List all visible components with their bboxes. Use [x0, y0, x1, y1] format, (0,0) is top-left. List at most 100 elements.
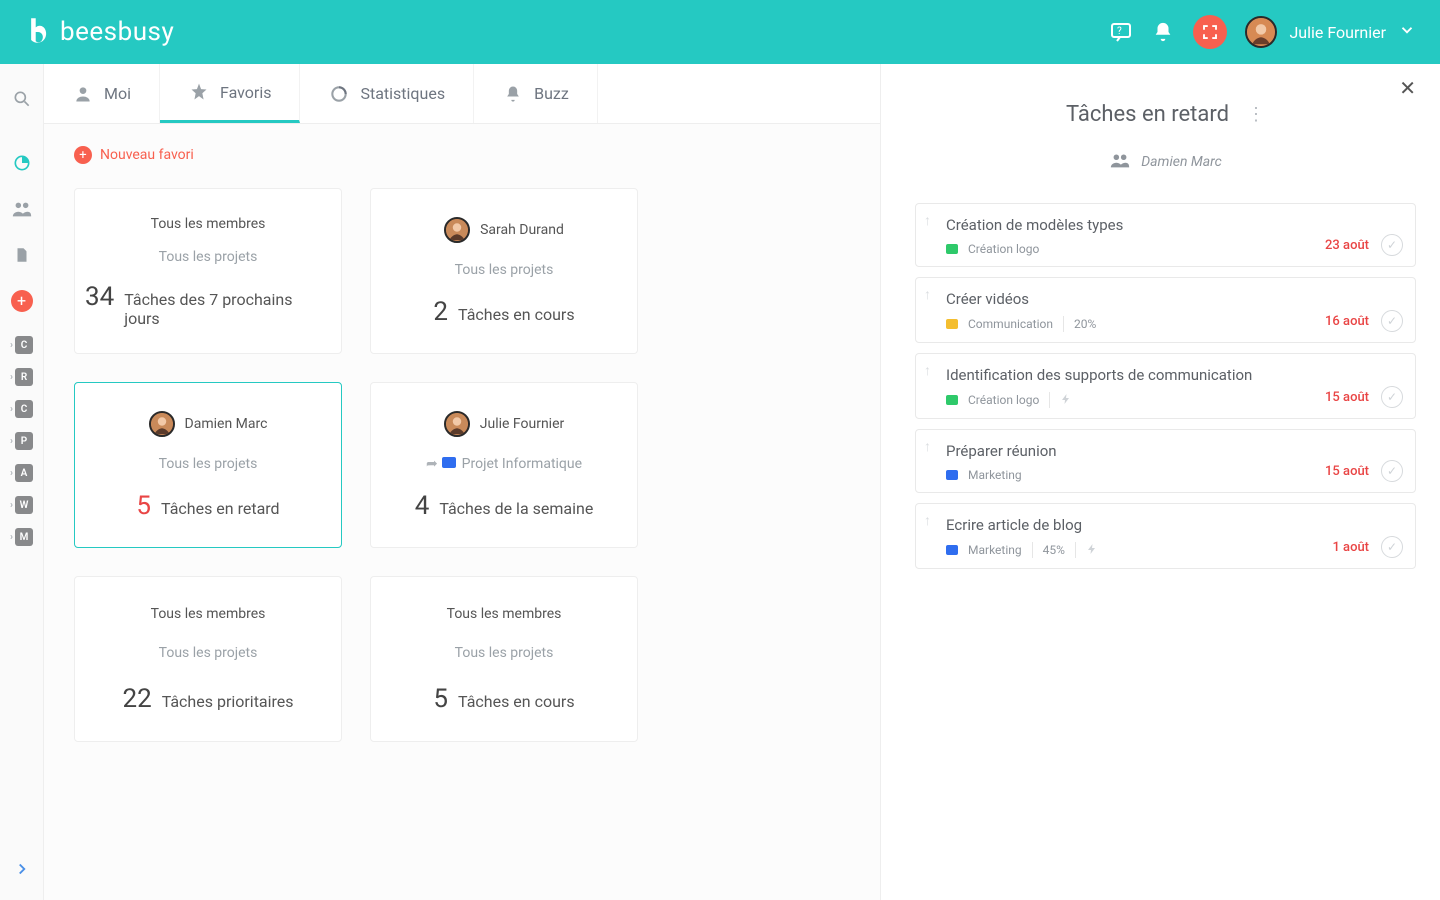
- chevron-right-icon: ›: [10, 500, 13, 511]
- briefcase-icon: [946, 470, 958, 480]
- favorite-card[interactable]: Damien MarcTous les projets5Tâches en re…: [74, 382, 342, 548]
- card-member-row: Tous les membres: [447, 606, 562, 622]
- briefcase-icon: [946, 319, 958, 329]
- complete-checkbox[interactable]: ✓: [1381, 460, 1403, 482]
- collapse-sidebar-icon[interactable]: [0, 848, 44, 890]
- close-icon[interactable]: ✕: [1399, 76, 1416, 100]
- new-favorite-button[interactable]: + Nouveau favori: [74, 146, 850, 164]
- task-date: 23 août: [1325, 238, 1369, 253]
- brand-logo-icon: [24, 16, 52, 48]
- more-menu-icon[interactable]: ⋮: [1247, 104, 1265, 125]
- arrow-up-icon: ↑: [924, 438, 931, 455]
- task-title: Identification des supports de communica…: [946, 366, 1401, 384]
- sidebar-project-item[interactable]: ›M: [10, 522, 33, 552]
- user-menu[interactable]: Julie Fournier: [1245, 16, 1416, 48]
- task-date: 1 août: [1332, 540, 1369, 555]
- user-avatar: [1245, 16, 1277, 48]
- sidebar-project-item[interactable]: ›W: [10, 490, 33, 520]
- task-progress: 20%: [1074, 317, 1096, 331]
- task-project: Création logo: [968, 242, 1039, 256]
- tab-favoris[interactable]: Favoris: [160, 64, 301, 123]
- card-avatar: [444, 217, 470, 243]
- complete-checkbox[interactable]: ✓: [1381, 310, 1403, 332]
- task-item[interactable]: ↑Créer vidéosCommunication20%16 août✓: [915, 277, 1416, 343]
- tab-label: Statistiques: [360, 84, 445, 103]
- tabs-bar: Moi Favoris Statistiques Buzz: [44, 64, 880, 124]
- project-chip: A: [15, 464, 33, 482]
- task-progress: 45%: [1043, 543, 1065, 557]
- task-project: Marketing: [968, 468, 1022, 482]
- card-project-row: ➦Projet Informatique: [426, 456, 582, 472]
- complete-checkbox[interactable]: ✓: [1381, 536, 1403, 558]
- chevron-right-icon: ›: [10, 532, 13, 543]
- add-button[interactable]: +: [0, 280, 44, 322]
- task-item[interactable]: ↑Identification des supports de communic…: [915, 353, 1416, 419]
- tab-buzz[interactable]: Buzz: [474, 64, 598, 123]
- sidebar-project-item[interactable]: ›C: [10, 330, 33, 360]
- file-icon[interactable]: [0, 234, 44, 276]
- share-icon: ➦: [426, 456, 438, 472]
- arrow-up-icon: ↑: [924, 212, 931, 229]
- user-name: Julie Fournier: [1289, 23, 1386, 42]
- task-item[interactable]: ↑Création de modèles typesCréation logo2…: [915, 203, 1416, 267]
- chevron-right-icon: ›: [10, 468, 13, 479]
- briefcase-icon: [946, 545, 958, 555]
- complete-checkbox[interactable]: ✓: [1381, 386, 1403, 408]
- detail-panel: ✕ Tâches en retard ⋮ Damien Marc ↑Créati…: [880, 64, 1440, 900]
- task-project: Communication: [968, 317, 1053, 331]
- new-favorite-label: Nouveau favori: [100, 147, 194, 163]
- favorite-card[interactable]: Julie Fournier➦Projet Informatique4Tâche…: [370, 382, 638, 548]
- card-member-row: Sarah Durand: [444, 217, 564, 243]
- project-chip: P: [15, 432, 33, 450]
- card-project-row: Tous les projets: [455, 262, 554, 278]
- tab-statistiques[interactable]: Statistiques: [300, 64, 474, 123]
- card-project-row: Tous les projets: [159, 645, 258, 661]
- sidebar-project-item[interactable]: ›A: [10, 458, 33, 488]
- arrow-up-icon: ↑: [924, 286, 931, 303]
- complete-checkbox[interactable]: ✓: [1381, 234, 1403, 256]
- plus-icon: +: [74, 146, 92, 164]
- task-item[interactable]: ↑ Ecrire article de blog Marketing 45% 1 aoû…: [915, 503, 1416, 569]
- tab-moi[interactable]: Moi: [44, 64, 160, 123]
- help-chat-icon[interactable]: ?: [1109, 20, 1133, 44]
- favorite-card[interactable]: Tous les membresTous les projets34Tâches…: [74, 188, 342, 354]
- task-item[interactable]: ↑Préparer réunionMarketing15 août✓: [915, 429, 1416, 493]
- project-chip: R: [15, 368, 33, 386]
- card-member-row: Julie Fournier: [444, 411, 565, 437]
- arrow-up-icon: ↑: [924, 512, 931, 529]
- card-project-row: Tous les projets: [159, 456, 258, 472]
- search-icon[interactable]: [0, 78, 44, 120]
- task-date: 15 août: [1325, 390, 1369, 405]
- tab-label: Favoris: [220, 83, 272, 102]
- task-project: Création logo: [968, 393, 1039, 407]
- task-title: Ecrire article de blog: [946, 516, 1401, 534]
- card-project-row: Tous les projets: [455, 645, 554, 661]
- bolt-icon: [1086, 543, 1098, 558]
- sidebar-project-item[interactable]: ›P: [10, 426, 33, 456]
- task-project: Marketing: [968, 543, 1022, 557]
- project-chip: M: [15, 528, 33, 546]
- person-icon: [72, 83, 94, 105]
- tab-label: Buzz: [534, 84, 569, 103]
- fullscreen-button[interactable]: [1193, 15, 1227, 49]
- favorite-card[interactable]: Sarah Durand Tous les projets 2Tâches en c…: [370, 188, 638, 354]
- favorite-card[interactable]: Tous les membresTous les projets22Tâches…: [74, 576, 342, 742]
- sidebar-project-item[interactable]: ›R: [10, 362, 33, 392]
- chevron-right-icon: ›: [10, 404, 13, 415]
- card-count-row: 22Tâches prioritaires: [122, 684, 293, 714]
- bell-icon[interactable]: [1151, 20, 1175, 44]
- sidebar-project-item[interactable]: ›C: [10, 394, 33, 424]
- brand[interactable]: beesbusy: [24, 16, 174, 48]
- panel-title: Tâches en retard: [1066, 102, 1229, 127]
- dashboard-icon[interactable]: [0, 142, 44, 184]
- stats-icon: [328, 83, 350, 105]
- card-count-row: 5Tâches en cours: [433, 684, 574, 714]
- card-count-row: 34Tâches des 7 prochains jours: [85, 282, 331, 328]
- briefcase-icon: [442, 457, 456, 468]
- tab-label: Moi: [104, 84, 131, 103]
- briefcase-icon: [946, 395, 958, 405]
- members-icon[interactable]: [0, 188, 44, 230]
- favorite-card[interactable]: Tous les membres Tous les projets 5Tâches …: [370, 576, 638, 742]
- chevron-right-icon: ›: [10, 340, 13, 351]
- card-count-row: 2Tâches en cours: [433, 297, 574, 327]
